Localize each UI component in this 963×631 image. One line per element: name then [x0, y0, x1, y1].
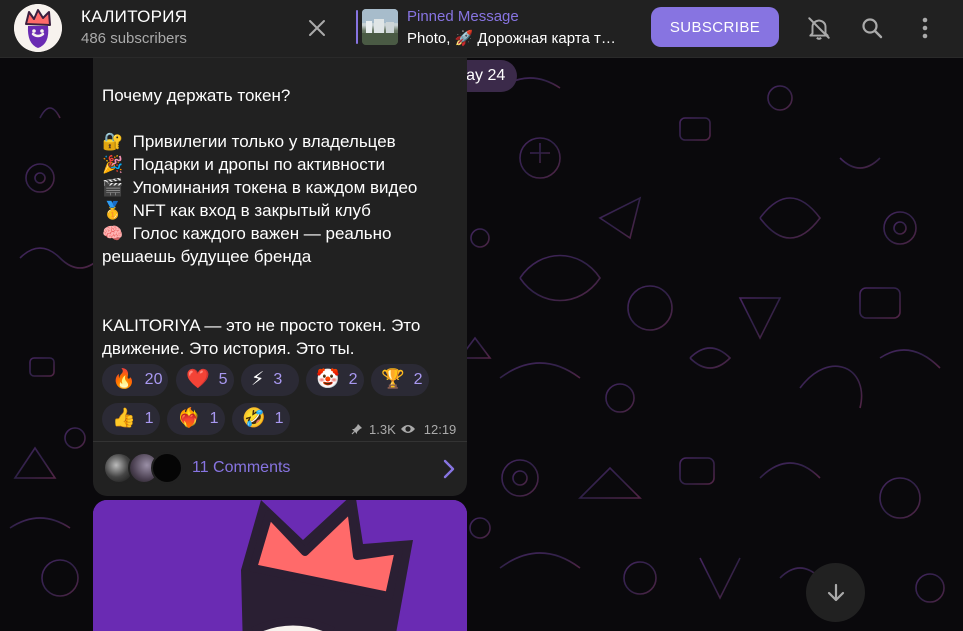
pin-icon: [351, 424, 362, 435]
message-text: Почему держать токен? 🔐 Привилегии тольк…: [102, 86, 421, 358]
pinned-message-preview[interactable]: Photo, 🚀 Дорожная карта т…: [407, 29, 632, 47]
search-icon: [862, 18, 883, 39]
reaction-count: 1: [274, 410, 284, 427]
reaction-chip[interactable]: ⚡ 3: [241, 364, 299, 396]
reaction-chip[interactable]: 🏆 2: [371, 364, 429, 396]
comments-count: 11 Comments: [192, 459, 291, 476]
message-meta: 1.3K 12:19: [351, 421, 459, 437]
reaction-emoji: 🤣: [242, 408, 266, 429]
crown-face-logo: [14, 4, 62, 52]
message-bubble: Почему держать токен? 🔐 Привилегии тольк…: [93, 58, 467, 496]
view-count: 1.3K: [369, 421, 396, 437]
photo-message[interactable]: [93, 500, 467, 631]
search-button[interactable]: [857, 13, 887, 43]
photo-thumbnail-icon: [362, 9, 398, 45]
more-menu-button[interactable]: [910, 13, 940, 43]
subscribe-button[interactable]: SUBSCRIBE: [651, 7, 779, 47]
reaction-emoji: ⚡: [251, 369, 265, 390]
reaction-count: 5: [218, 371, 228, 388]
more-vertical-icon: [922, 17, 928, 39]
reaction-count: 2: [413, 371, 423, 388]
channel-title[interactable]: КАЛИТОРИЯ: [81, 7, 187, 27]
close-button[interactable]: [302, 13, 332, 43]
message-time: 12:19: [423, 421, 457, 437]
close-icon: [309, 20, 325, 36]
channel-avatar[interactable]: [14, 4, 62, 52]
bell-off-icon: [808, 17, 830, 40]
eye-icon: [400, 425, 415, 433]
reaction-chip[interactable]: 🔥 20: [102, 364, 168, 396]
reaction-emoji: ❤️‍🔥: [177, 408, 201, 429]
reaction-count: 2: [348, 371, 358, 388]
reaction-chip[interactable]: ❤️‍🔥 1: [167, 403, 225, 435]
subscriber-count: 486 subscribers: [81, 30, 187, 47]
chevron-right-icon: [443, 459, 455, 479]
arrow-down-icon: [827, 583, 844, 601]
reaction-count: 1: [209, 410, 219, 427]
mute-button[interactable]: [804, 13, 834, 43]
scroll-to-bottom-button[interactable]: [806, 563, 865, 622]
crown-logo-image: [93, 500, 467, 631]
reaction-emoji: ❤️: [186, 369, 210, 390]
pinned-indicator-bar: [356, 10, 358, 44]
commenter-avatar: [151, 452, 183, 484]
reaction-chip[interactable]: 🤡 2: [306, 364, 364, 396]
reaction-emoji: 🏆: [381, 369, 405, 390]
channel-header: КАЛИТОРИЯ 486 subscribers Pinned Message…: [0, 0, 963, 58]
reaction-count: 20: [144, 371, 163, 388]
reaction-chip[interactable]: 🤣 1: [232, 403, 290, 435]
reaction-emoji: 🔥: [112, 369, 136, 390]
pinned-message-label[interactable]: Pinned Message: [407, 8, 519, 25]
comments-button[interactable]: 11 Comments: [93, 442, 467, 496]
reaction-count: 1: [144, 410, 154, 427]
reaction-chip[interactable]: 👍 1: [102, 403, 160, 435]
reaction-count: 3: [273, 371, 283, 388]
reaction-emoji: 🤡: [316, 369, 340, 390]
reaction-emoji: 👍: [112, 408, 136, 429]
pinned-thumbnail[interactable]: [362, 9, 398, 45]
reaction-chip[interactable]: ❤️ 5: [176, 364, 234, 396]
